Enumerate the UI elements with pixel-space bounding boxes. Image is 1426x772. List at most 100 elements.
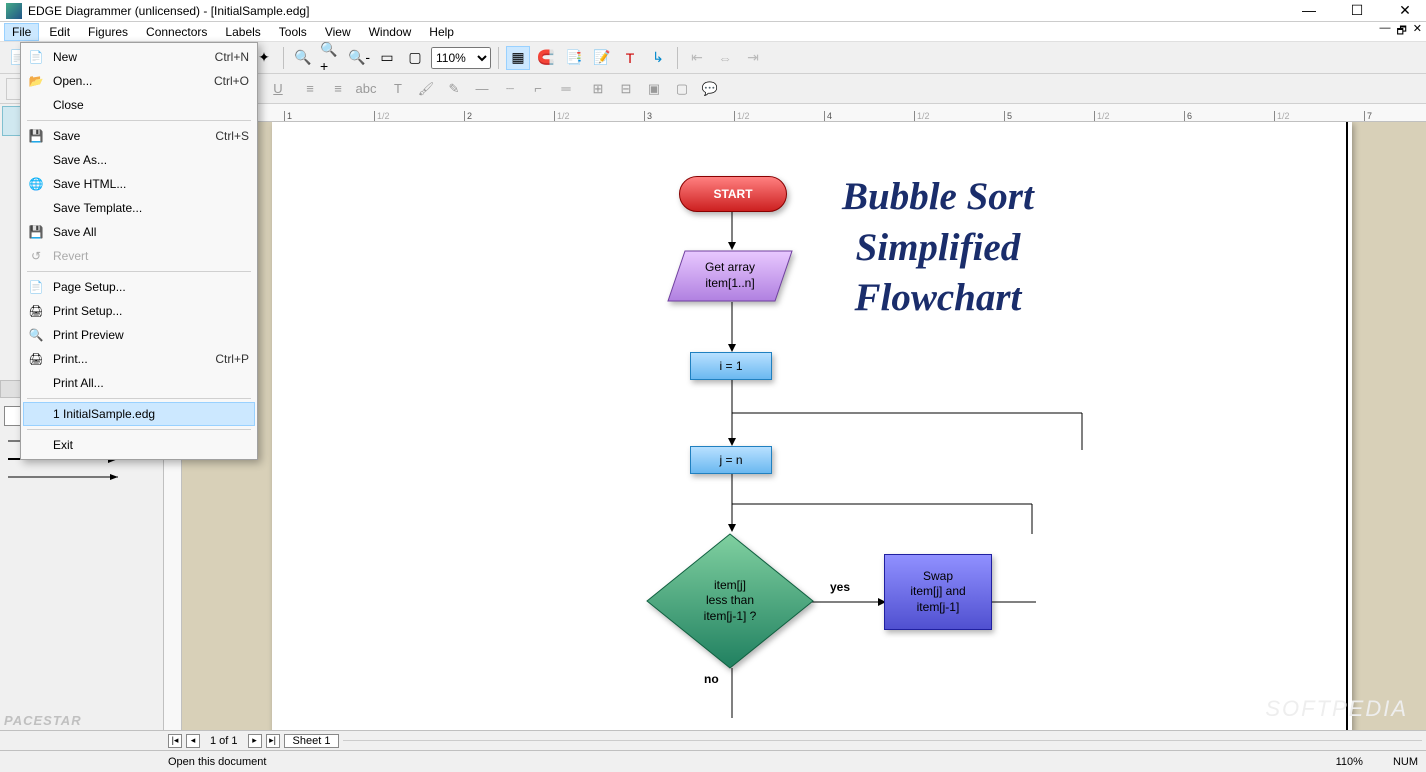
menu-view[interactable]: View [317, 23, 359, 41]
menu-item-new[interactable]: 📄NewCtrl+N [23, 45, 255, 69]
menu-item-exit[interactable]: Exit [23, 433, 255, 457]
connector-style-arrow3[interactable] [4, 468, 159, 486]
align-top-icon[interactable]: ⌐ [526, 77, 550, 101]
menu-file[interactable]: File [4, 23, 39, 41]
menu-connectors[interactable]: Connectors [138, 23, 215, 41]
send-back-icon[interactable]: ▢ [670, 77, 694, 101]
canvas[interactable]: Bubble Sort Simplified Flowchart [182, 122, 1426, 730]
line-style-icon[interactable]: ✎ [442, 77, 466, 101]
flowchart-j-eq-n[interactable]: j = n [690, 446, 772, 474]
status-hint: Open this document [168, 756, 266, 768]
zoom-icon[interactable]: 🔍 [291, 46, 315, 70]
abc-icon[interactable]: abc [354, 77, 378, 101]
minimize-button[interactable]: — [1294, 2, 1324, 19]
menu-bar: File Edit Figures Connectors Labels Tool… [0, 22, 1426, 42]
revert-icon: ↺ [28, 248, 44, 264]
printer-icon: 🖨 [28, 303, 44, 319]
sheet-nav-bar: |◂ ◂ 1 of 1 ▸ ▸| Sheet 1 [0, 730, 1426, 750]
menu-item-open[interactable]: 📂Open...Ctrl+O [23, 69, 255, 93]
underline-icon[interactable]: U [266, 77, 290, 101]
menu-tools[interactable]: Tools [271, 23, 315, 41]
line-dash-icon[interactable]: ┈ [498, 77, 522, 101]
arrow-j-loop [727, 474, 1037, 534]
ungroup-icon[interactable]: ⊟ [614, 77, 638, 101]
save-icon: 💾 [28, 128, 44, 144]
fill-icon[interactable]: 🖌 [414, 77, 438, 101]
menu-item-print-setup[interactable]: 🖨Print Setup... [23, 299, 255, 323]
note-icon[interactable]: 📝 [590, 46, 614, 70]
align-mid-icon[interactable]: ═ [554, 77, 578, 101]
menu-item-print-preview[interactable]: 🔍Print Preview [23, 323, 255, 347]
align-right-icon[interactable]: ⇥ [741, 46, 765, 70]
menu-window[interactable]: Window [361, 23, 420, 41]
page-setup-icon: 📄 [28, 279, 44, 295]
doc-restore-icon[interactable]: 🗗 [1396, 22, 1406, 41]
menu-item-page-setup[interactable]: 📄Page Setup... [23, 275, 255, 299]
menu-item-save-html[interactable]: 🌐Save HTML... [23, 172, 255, 196]
flowchart-swap[interactable]: Swapitem[j] anditem[j-1] [884, 554, 992, 630]
menu-item-save-as[interactable]: Save As... [23, 148, 255, 172]
flow-icon[interactable]: ↳ [646, 46, 670, 70]
doc-minimize-icon[interactable]: — [1379, 22, 1390, 41]
status-num: NUM [1393, 756, 1418, 768]
arrow-i-loop [727, 380, 1087, 450]
bring-front-icon[interactable]: ▣ [642, 77, 666, 101]
grid-icon[interactable]: ▦ [506, 46, 530, 70]
text-color-icon[interactable]: T [386, 77, 410, 101]
arrow-getarray-i [727, 302, 737, 354]
prev-sheet-icon[interactable]: ◂ [186, 734, 200, 748]
align-center-icon[interactable]: ⇔ [713, 46, 737, 70]
align-left-icon[interactable]: ⇤ [685, 46, 709, 70]
diagram-title: Bubble Sort Simplified Flowchart [842, 172, 1034, 324]
last-sheet-icon[interactable]: ▸| [266, 734, 280, 748]
menu-item-print[interactable]: 🖨Print...Ctrl+P [23, 347, 255, 371]
flowchart-start[interactable]: START [679, 176, 787, 212]
menu-edit[interactable]: Edit [41, 23, 78, 41]
zoom-out-icon[interactable]: 🔍- [347, 46, 371, 70]
group-icon[interactable]: ⊞ [586, 77, 610, 101]
menu-figures[interactable]: Figures [80, 23, 136, 41]
menu-help[interactable]: Help [421, 23, 462, 41]
zoom-select[interactable]: 110% [431, 47, 491, 69]
snap-icon[interactable]: 🧲 [534, 46, 558, 70]
menu-item-print-all[interactable]: Print All... [23, 371, 255, 395]
page: Bubble Sort Simplified Flowchart [272, 122, 1352, 730]
first-sheet-icon[interactable]: |◂ [168, 734, 182, 748]
zoom-region-icon[interactable]: ▭ [375, 46, 399, 70]
menu-item-save-all[interactable]: 💾Save All [23, 220, 255, 244]
line-weight-icon[interactable]: — [470, 77, 494, 101]
menu-item-save[interactable]: 💾SaveCtrl+S [23, 124, 255, 148]
horizontal-ruler: 1/211/2 21/23 1/241/2 51/26 1/271/2 8 [164, 104, 1426, 122]
status-bar: Open this document 110% NUM [0, 750, 1426, 772]
doc-close-icon[interactable]: ✕ [1413, 22, 1422, 41]
close-button[interactable]: ✕ [1390, 2, 1420, 19]
status-zoom: 110% [1336, 756, 1363, 768]
menu-item-save-template[interactable]: Save Template... [23, 196, 255, 220]
label-yes: yes [830, 580, 850, 594]
align-left-text-icon[interactable]: ≡ [298, 77, 322, 101]
next-sheet-icon[interactable]: ▸ [248, 734, 262, 748]
flowchart-get-array[interactable]: Get arrayitem[1..n] [667, 250, 793, 302]
layers-icon[interactable]: 📑 [562, 46, 586, 70]
arrow-swap-out [990, 596, 1040, 608]
preview-icon: 🔍 [28, 327, 44, 343]
window-title: EDGE Diagrammer (unlicensed) - [InitialS… [28, 4, 1294, 18]
zoom-fit-icon[interactable]: ▢ [403, 46, 427, 70]
zoom-in-icon[interactable]: 🔍+ [319, 46, 343, 70]
watermark: SOFTPEDIA [1265, 696, 1408, 722]
text-style-icon[interactable]: T [618, 46, 642, 70]
arrow-start-getarray [727, 212, 737, 252]
saveall-icon: 💾 [28, 224, 44, 240]
maximize-button[interactable]: ☐ [1342, 2, 1372, 19]
menu-labels[interactable]: Labels [217, 23, 268, 41]
flowchart-i-eq-1[interactable]: i = 1 [690, 352, 772, 380]
menu-item-close[interactable]: Close [23, 93, 255, 117]
page-indicator: 1 of 1 [204, 735, 244, 747]
print-icon: 🖨 [28, 351, 44, 367]
html-icon: 🌐 [28, 176, 44, 192]
align-center-text-icon[interactable]: ≡ [326, 77, 350, 101]
chat-icon[interactable]: 💬 [698, 77, 722, 101]
flowchart-compare[interactable]: item[j]less thanitem[j-1] ? [645, 532, 815, 670]
sheet-tab[interactable]: Sheet 1 [284, 734, 340, 748]
menu-item-recent-1[interactable]: 1 InitialSample.edg [23, 402, 255, 426]
